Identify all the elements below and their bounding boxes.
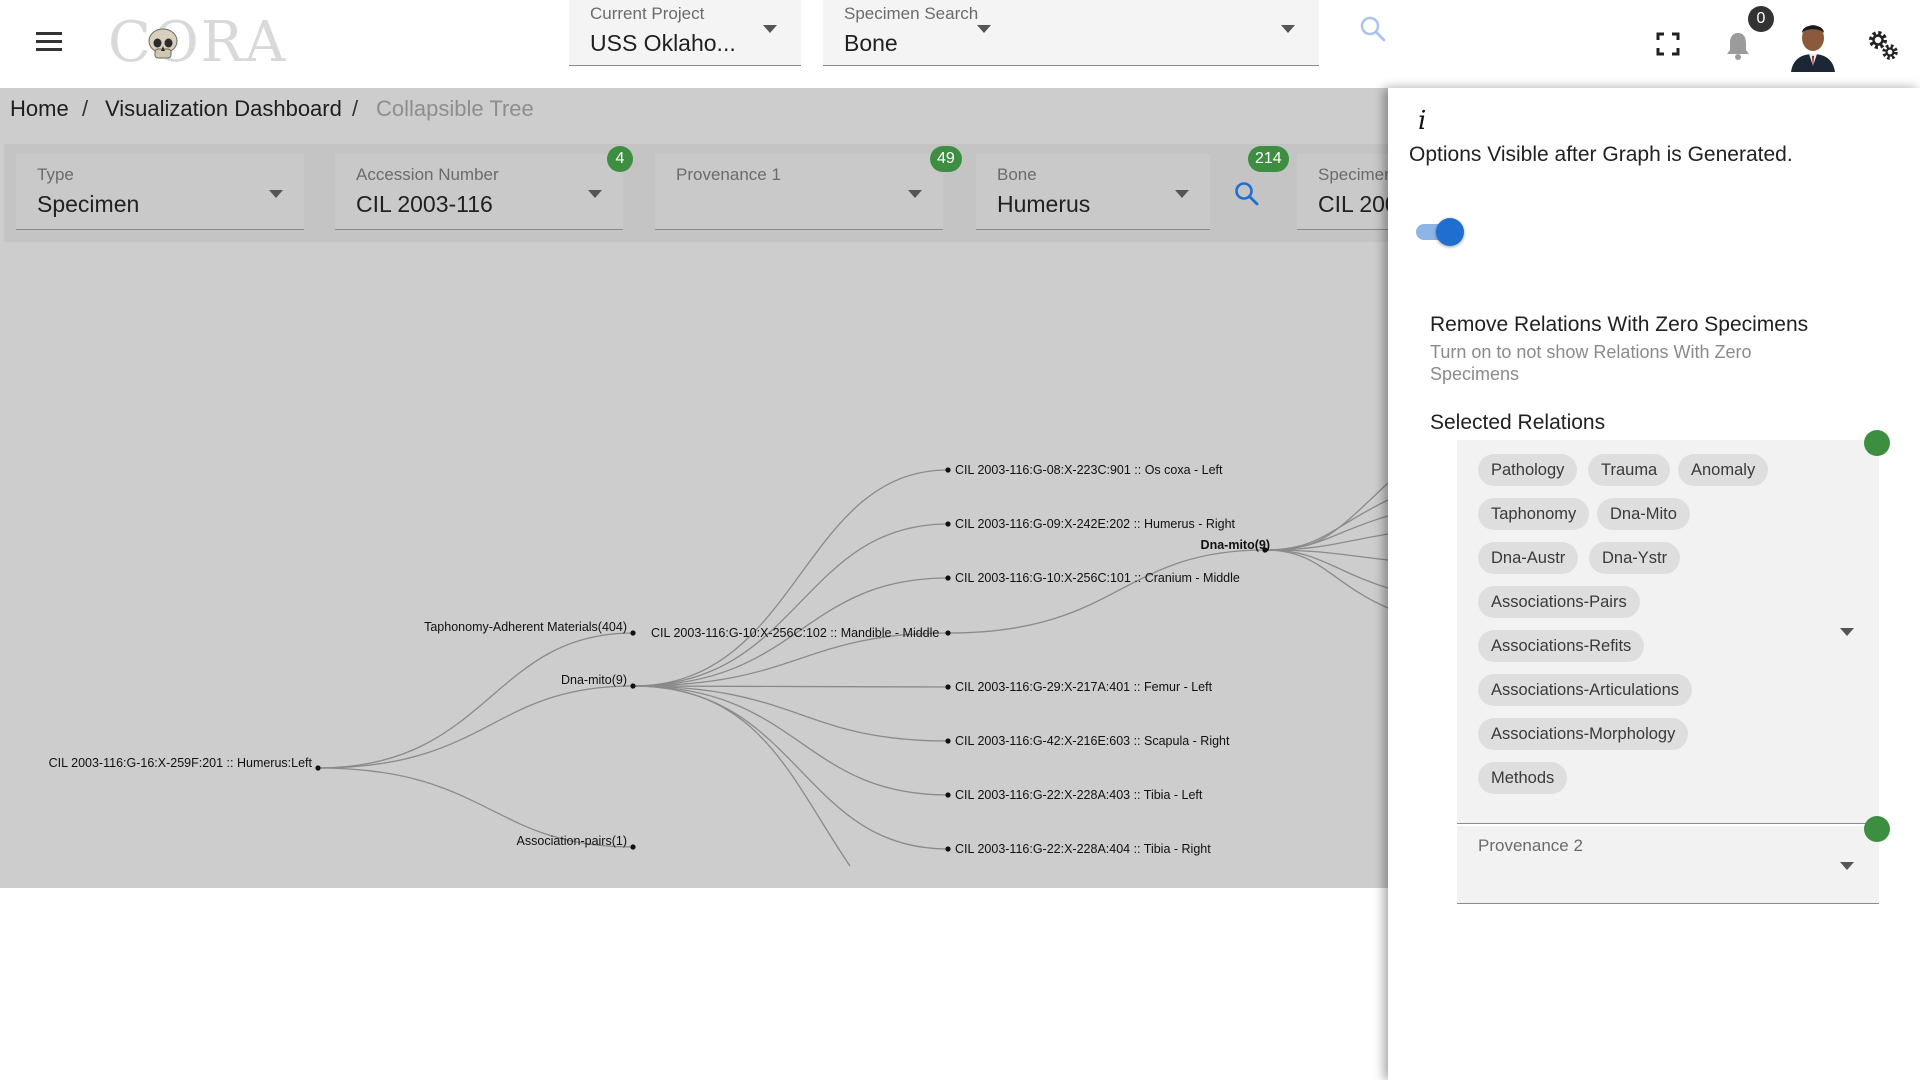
relation-chip-associations-articulations[interactable]: Associations-Articulations — [1478, 674, 1692, 706]
tree-label-specimen[interactable]: CIL 2003-116:G-10:X-256C:101 :: Cranium … — [955, 571, 1240, 585]
tree-label-specimen[interactable]: CIL 2003-116:G-29:X-217A:401 :: Femur - … — [955, 680, 1213, 694]
relation-chip-associations-morphology[interactable]: Associations-Morphology — [1478, 718, 1689, 750]
chevron-down-icon — [977, 25, 991, 33]
tree-node[interactable] — [630, 683, 636, 689]
selected-relations-select[interactable]: Pathology Trauma Anomaly Taphonomy Dna-M… — [1457, 430, 1890, 824]
tree-node[interactable] — [945, 467, 951, 473]
search-icon[interactable] — [1358, 14, 1388, 44]
tree-node[interactable] — [315, 765, 321, 771]
remove-zero-relations-toggle[interactable] — [1414, 218, 1464, 246]
relation-chip-pathology[interactable]: Pathology — [1478, 454, 1578, 486]
tree-node[interactable] — [945, 684, 951, 690]
provenance-2-label: Provenance 2 — [1478, 836, 1583, 855]
tree-label-taphonomy[interactable]: Taphonomy-Adherent Materials(404) — [424, 620, 627, 634]
relation-chip-anomaly[interactable]: Anomaly — [1678, 454, 1769, 486]
current-project-value: USS Oklaho... — [590, 30, 736, 56]
tree-label-specimen[interactable]: CIL 2003-116:G-42:X-216E:603 :: Scapula … — [955, 734, 1230, 748]
tree-label-association-pairs[interactable]: Association-pairs(1) — [517, 834, 627, 848]
tree-label-specimen[interactable]: CIL 2003-116:G-22:X-228A:403 :: Tibia - … — [955, 788, 1203, 802]
tree-label-specimen[interactable]: CIL 2003-116:G-09:X-242E:202 :: Humerus … — [955, 517, 1236, 531]
tree-label-mandible[interactable]: CIL 2003-116:G-10:X-256C:102 :: Mandible… — [651, 626, 939, 640]
specimen-search-select[interactable]: Specimen Search Bone — [823, 0, 1319, 66]
specimen-search-label: Specimen Search — [844, 4, 979, 23]
tree-labels: CIL 2003-116:G-16:X-259F:201 :: Humerus:… — [49, 463, 1270, 856]
relation-chip-dna-mito[interactable]: Dna-Mito — [1597, 498, 1690, 530]
setting-title: Remove Relations With Zero Specimens — [1430, 313, 1809, 336]
settings-gears-icon[interactable] — [1866, 28, 1900, 62]
visualization-area: Home / Visualization Dashboard / Collaps… — [0, 88, 1388, 888]
tree-label-dna-mito[interactable]: Dna-mito(9) — [561, 673, 627, 687]
selected-relations-title: Selected Relations — [1430, 411, 1606, 434]
tree-node[interactable] — [945, 846, 951, 852]
specimen-search-value: Bone — [844, 30, 898, 56]
skull-icon — [148, 28, 178, 59]
collapsible-tree[interactable]: CIL 2003-116:G-16:X-259F:201 :: Humerus:… — [0, 88, 1388, 888]
tree-label-specimen[interactable]: CIL 2003-116:G-08:X-223C:901 :: Os coxa … — [955, 463, 1223, 477]
tree-label-dna-mito-expanded[interactable]: Dna-mito(9) — [1201, 538, 1270, 552]
current-project-select[interactable]: Current Project USS Oklaho... — [569, 0, 801, 66]
cora-logo[interactable]: CORA — [108, 12, 285, 74]
logo-text: CORA — [108, 10, 288, 75]
provenance-2-count-badge — [1864, 816, 1890, 842]
app-header: CORA Current Project USS Oklaho... Speci… — [0, 0, 1920, 88]
tree-node[interactable] — [945, 521, 951, 527]
relation-chip-taphonomy[interactable]: Taphonomy — [1478, 498, 1590, 530]
chevron-down-icon — [1840, 862, 1854, 870]
chevron-down-icon — [763, 25, 777, 33]
tree-label-root[interactable]: CIL 2003-116:G-16:X-259F:201 :: Humerus:… — [49, 756, 313, 770]
options-drawer: i Options Visible after Graph is Generat… — [1388, 88, 1920, 1080]
info-icon: i — [1418, 106, 1427, 136]
tree-node[interactable] — [945, 630, 951, 636]
chevron-down-icon — [1840, 628, 1854, 636]
tree-label-specimen[interactable]: CIL 2003-116:G-22:X-228A:404 :: Tibia - … — [955, 842, 1211, 856]
relations-count-badge — [1864, 430, 1890, 456]
tree-node[interactable] — [630, 844, 636, 850]
notification-count-badge: 0 — [1748, 6, 1774, 32]
relation-chip-trauma[interactable]: Trauma — [1588, 454, 1671, 486]
menu-icon[interactable] — [36, 30, 64, 54]
tree-node[interactable] — [945, 792, 951, 798]
relation-chip-dna-austr[interactable]: Dna-Austr — [1478, 542, 1579, 574]
options-notice: Options Visible after Graph is Generated… — [1409, 143, 1793, 166]
relation-chip-methods[interactable]: Methods — [1478, 762, 1568, 794]
chevron-down-icon — [1281, 25, 1295, 33]
relation-chip-associations-refits[interactable]: Associations-Refits — [1478, 630, 1645, 662]
user-avatar[interactable] — [1787, 16, 1839, 72]
tree-node[interactable] — [630, 630, 636, 636]
current-project-label: Current Project — [590, 4, 705, 23]
relation-chip-dna-ystr[interactable]: Dna-Ystr — [1589, 542, 1681, 574]
tree-node[interactable] — [945, 575, 951, 581]
provenance-2-select[interactable]: Provenance 2 — [1457, 816, 1890, 904]
tree-node[interactable] — [945, 738, 951, 744]
setting-description: Turn on to not show Relations With Zero … — [1430, 342, 1752, 384]
fullscreen-icon[interactable] — [1655, 31, 1681, 57]
toggle-thumb — [1436, 218, 1464, 246]
relation-chip-associations-pairs[interactable]: Associations-Pairs — [1478, 586, 1640, 618]
notification-bell-icon[interactable] — [1722, 29, 1754, 61]
